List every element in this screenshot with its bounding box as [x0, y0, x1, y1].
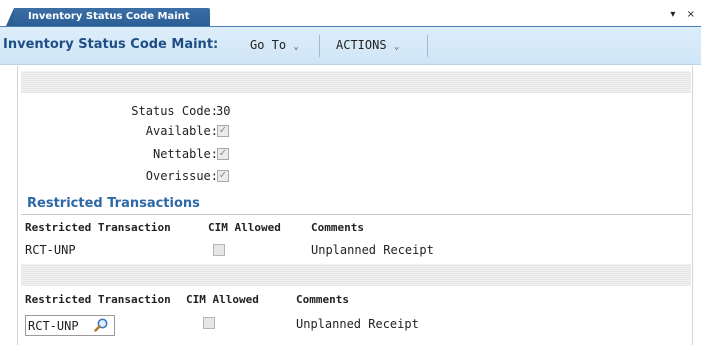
menu-separator [319, 35, 320, 57]
status-code-label: Status Code: [131, 104, 218, 118]
row-transaction[interactable]: RCT-UNP [25, 243, 76, 257]
row-comments: Unplanned Receipt [311, 243, 434, 257]
goto-menu-label: Go To [250, 38, 287, 52]
col-comments: Comments [311, 221, 364, 234]
editor-col-cim-allowed: CIM Allowed [186, 293, 259, 306]
check-icon: ✓ [218, 125, 228, 136]
col-cim-allowed: CIM Allowed [208, 221, 281, 234]
nettable-checkbox[interactable]: ✓ [217, 148, 229, 160]
magnifier-icon[interactable] [93, 317, 109, 333]
available-label: Available: [145, 124, 218, 138]
overissue-label: Overissue: [145, 169, 218, 183]
row-cim-allowed-checkbox[interactable] [213, 244, 225, 256]
actions-menu-label: ACTIONS [336, 38, 387, 52]
actions-menu[interactable]: ACTIONS ⌄ [336, 38, 399, 52]
tab-strip: Inventory Status Code Maint ▾ × [0, 0, 701, 26]
editor-col-restricted-transaction: Restricted Transaction [25, 293, 171, 306]
tab-controls[interactable]: ▾ × [670, 9, 699, 20]
page-title: Inventory Status Code Maint: [3, 37, 219, 52]
section-divider [21, 214, 691, 215]
overissue-checkbox[interactable]: ✓ [217, 170, 229, 182]
tab-inventory-status-code-maint[interactable]: Inventory Status Code Maint [6, 8, 210, 26]
check-icon: ✓ [218, 148, 228, 159]
editor-cim-allowed-checkbox[interactable] [203, 317, 215, 329]
section-title-restricted-transactions: Restricted Transactions [27, 196, 200, 211]
header-bar: Inventory Status Code Maint: Go To ⌄ ACT… [0, 27, 701, 65]
restricted-transaction-value: RCT-UNP [28, 319, 79, 333]
editor-comments: Unplanned Receipt [296, 317, 419, 331]
editor-col-comments: Comments [296, 293, 349, 306]
menu-separator [427, 35, 428, 57]
chevron-down-icon: ⌄ [293, 42, 299, 52]
chevron-down-icon: ⌄ [393, 42, 400, 52]
goto-menu[interactable]: Go To ⌄ [250, 38, 299, 52]
status-code-value: 30 [216, 104, 231, 118]
available-checkbox[interactable]: ✓ [217, 125, 229, 137]
tab-label: Inventory Status Code Maint [28, 11, 190, 22]
detail-band [21, 264, 691, 286]
form-panel: Status Code: 30 Available: ✓ Nettable: ✓… [17, 66, 693, 345]
nettable-label: Nettable: [152, 147, 218, 161]
col-restricted-transaction: Restricted Transaction [25, 221, 171, 234]
check-icon: ✓ [218, 170, 228, 181]
form-band [21, 71, 691, 93]
